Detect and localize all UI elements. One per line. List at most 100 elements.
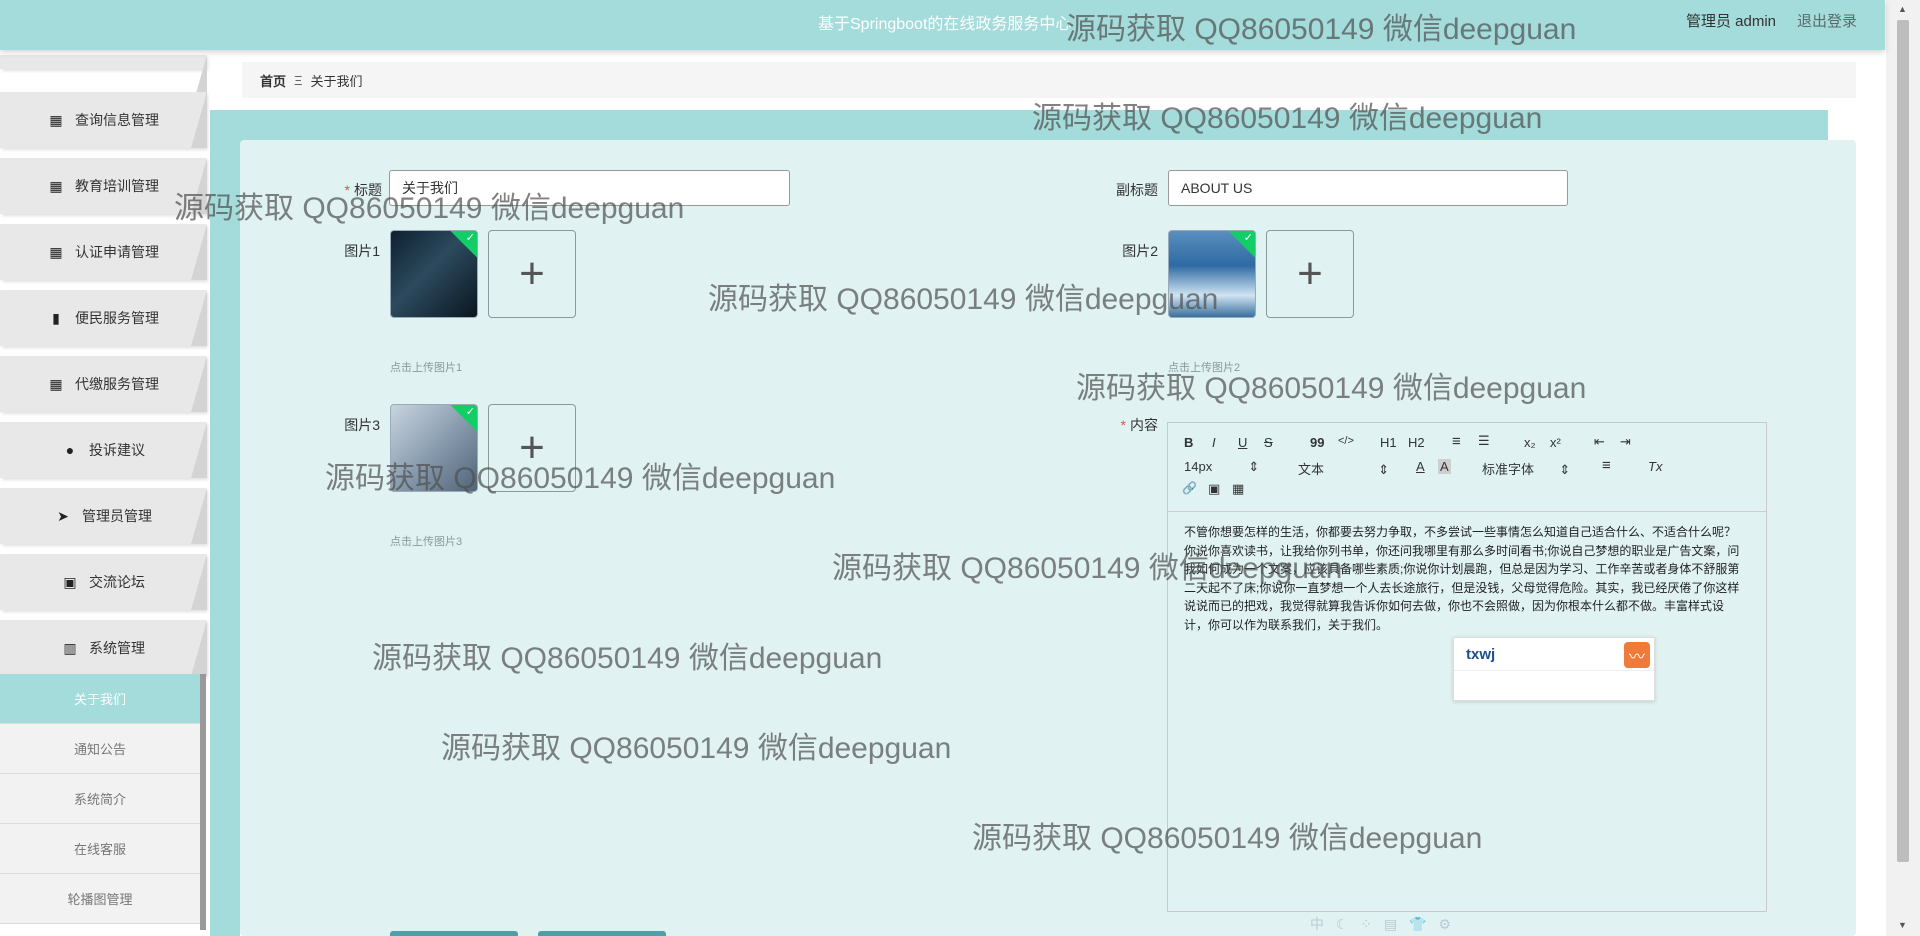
scrollbar-thumb[interactable] (1897, 20, 1909, 862)
sidebar-item-complaint[interactable]: ● 投诉建议 (0, 422, 207, 478)
submenu-item-carousel[interactable]: 轮播图管理 (0, 874, 200, 924)
superscript-button[interactable]: x² (1550, 435, 1561, 450)
grid-icon: ▦ (49, 375, 63, 392)
top-header: 基于Springboot的在线政务服务中心 管理员 admin 退出登录 (0, 0, 1885, 50)
scroll-down-icon[interactable]: ▼ (1898, 920, 1907, 930)
sidebar-item-label: 管理员管理 (82, 508, 152, 524)
editor-toolbar: B I U S 99 </> H1 H2 ≡ ☰ x₂ x² ⇤ ⇥ 14px … (1168, 423, 1766, 512)
title-label: * 标题 (344, 182, 382, 198)
content-frame (210, 110, 240, 936)
breadcrumb-home[interactable]: 首页 (260, 71, 286, 90)
submenu-item-about[interactable]: 关于我们 (0, 674, 200, 724)
cancel-button[interactable] (538, 931, 666, 936)
grid-icon: ▦ (49, 177, 63, 194)
code-button[interactable]: </> (1338, 435, 1354, 447)
quote-button[interactable]: 99 (1310, 435, 1324, 450)
sidebar-item-admin[interactable]: ➤ 管理员管理 (0, 488, 207, 544)
video-icon[interactable]: ▦ (1232, 481, 1244, 497)
logout-link[interactable]: 退出登录 (1797, 10, 1857, 31)
breadcrumb: 首页 Ξ 关于我们 (242, 62, 1856, 98)
bar-chart-icon: ▮ (52, 309, 60, 326)
image3-upload-button[interactable]: + (488, 404, 576, 492)
image1-thumbnail[interactable]: ✓ (390, 230, 478, 318)
editor-content[interactable]: 不管你想要怎样的生活，你都要去努力争取，不多尝试一些事情怎么知道自己适合什么、不… (1184, 523, 1744, 634)
image2-label: 图片2 (1122, 243, 1158, 259)
ordered-list-button[interactable]: ≡ (1452, 433, 1461, 450)
font-color-button[interactable]: A (1416, 459, 1425, 474)
ime-logo-icon: 〰 (1624, 642, 1650, 668)
sidebar-item-label: 系统管理 (89, 640, 145, 656)
image3-thumbnail[interactable]: ✓ (390, 404, 478, 492)
image1-label: 图片1 (344, 243, 380, 259)
sidebar-item-label: 投诉建议 (89, 442, 145, 458)
grid-icon: ▦ (49, 111, 63, 128)
sidebar-item-label: 认证申请管理 (75, 244, 159, 260)
sidebar-item-label: 交流论坛 (89, 574, 145, 590)
app-title: 基于Springboot的在线政务服务中心 (818, 16, 1072, 33)
subscript-button[interactable]: x₂ (1524, 435, 1536, 450)
check-icon: ✓ (1243, 232, 1253, 244)
sidebar-item-payment[interactable]: ▦ 代缴服务管理 (0, 356, 207, 412)
title-input[interactable] (389, 170, 790, 206)
breadcrumb-separator: Ξ (294, 72, 303, 88)
sidebar-item-label: 查询信息管理 (75, 112, 159, 128)
page-scrollbar[interactable]: ▲ ▼ (1886, 0, 1920, 936)
image2-upload-button[interactable]: + (1266, 230, 1354, 318)
sidebar-item-label: 教育培训管理 (75, 178, 159, 194)
sidebar-item-forum[interactable]: ▣ 交流论坛 (0, 554, 207, 610)
sidebar-item-certification[interactable]: ▦ 认证申请管理 (0, 224, 207, 280)
sidebar-item-label: 便民服务管理 (75, 310, 159, 326)
submenu-item-service[interactable]: 在线客服 (0, 824, 200, 874)
link-icon[interactable]: 🔗 (1182, 481, 1197, 495)
image2-hint: 点击上传图片2 (1168, 362, 1241, 374)
background-color-button[interactable]: A (1438, 459, 1451, 474)
indent-button[interactable]: ⇥ (1620, 434, 1631, 450)
bold-button[interactable]: B (1184, 435, 1193, 450)
ime-status-bar[interactable]: 中 ☾ ⁘ ▤ 👕 ⚙ (1310, 914, 1455, 934)
submenu-item-notice[interactable]: 通知公告 (0, 724, 200, 774)
clear-format-button[interactable]: Tx (1648, 459, 1662, 474)
sidebar-scrollbar[interactable] (200, 674, 206, 930)
system-submenu: 关于我们 通知公告 系统简介 在线客服 轮播图管理 (0, 674, 206, 924)
sidebar-item-label: 代缴服务管理 (75, 376, 159, 392)
italic-button[interactable]: I (1212, 435, 1216, 450)
strike-button[interactable]: S (1264, 435, 1273, 450)
ime-candidate-window[interactable]: txwj 〰 (1453, 637, 1655, 701)
sidebar-item-education[interactable]: ▦ 教育培训管理 (0, 158, 207, 214)
image2-thumbnail[interactable]: ✓ (1168, 230, 1256, 318)
sidebar-item-convenience[interactable]: ▮ 便民服务管理 (0, 290, 207, 346)
sidebar-item-query-info[interactable]: ▦ 查询信息管理 (0, 92, 207, 148)
book-icon: ▥ (63, 639, 77, 656)
scroll-up-icon[interactable]: ▲ (1898, 4, 1907, 14)
submenu-item-intro[interactable]: 系统简介 (0, 774, 200, 824)
sidebar-item-partial[interactable] (0, 55, 207, 111)
check-icon: ✓ (465, 232, 475, 244)
h1-button[interactable]: H1 (1380, 435, 1397, 450)
text-style-select[interactable]: 文本 ⇕ (1298, 459, 1389, 478)
breadcrumb-current: 关于我们 (310, 73, 363, 89)
font-size-select[interactable]: 14px ⇕ (1184, 459, 1259, 475)
check-icon: ✓ (465, 406, 475, 418)
select-arrow-icon: ⇕ (1248, 459, 1260, 474)
font-family-select[interactable]: 标准字体 ⇕ (1482, 459, 1570, 478)
align-button[interactable]: ≡ (1602, 457, 1611, 474)
select-arrow-icon: ⇕ (1378, 462, 1390, 477)
image1-upload-button[interactable]: + (488, 230, 576, 318)
outdent-button[interactable]: ⇤ (1594, 434, 1605, 450)
image3-hint: 点击上传图片3 (390, 536, 463, 548)
user-icon: ● (65, 442, 75, 458)
image1-hint: 点击上传图片1 (390, 362, 463, 374)
ime-divider (1454, 670, 1654, 671)
submit-button[interactable] (390, 931, 518, 936)
grid-icon: ▦ (49, 243, 63, 260)
image-icon[interactable]: ▣ (1208, 481, 1220, 497)
underline-button[interactable]: U (1238, 435, 1247, 450)
subtitle-label: 副标题 (1116, 182, 1158, 198)
bullet-list-button[interactable]: ☰ (1478, 433, 1490, 449)
h2-button[interactable]: H2 (1408, 435, 1425, 450)
sidebar-item-system[interactable]: ▥ 系统管理 (0, 620, 207, 676)
subtitle-input[interactable] (1168, 170, 1568, 206)
select-arrow-icon: ⇕ (1559, 462, 1571, 477)
content-label: * 内容 (1120, 417, 1158, 433)
paper-plane-icon: ➤ (57, 507, 69, 524)
